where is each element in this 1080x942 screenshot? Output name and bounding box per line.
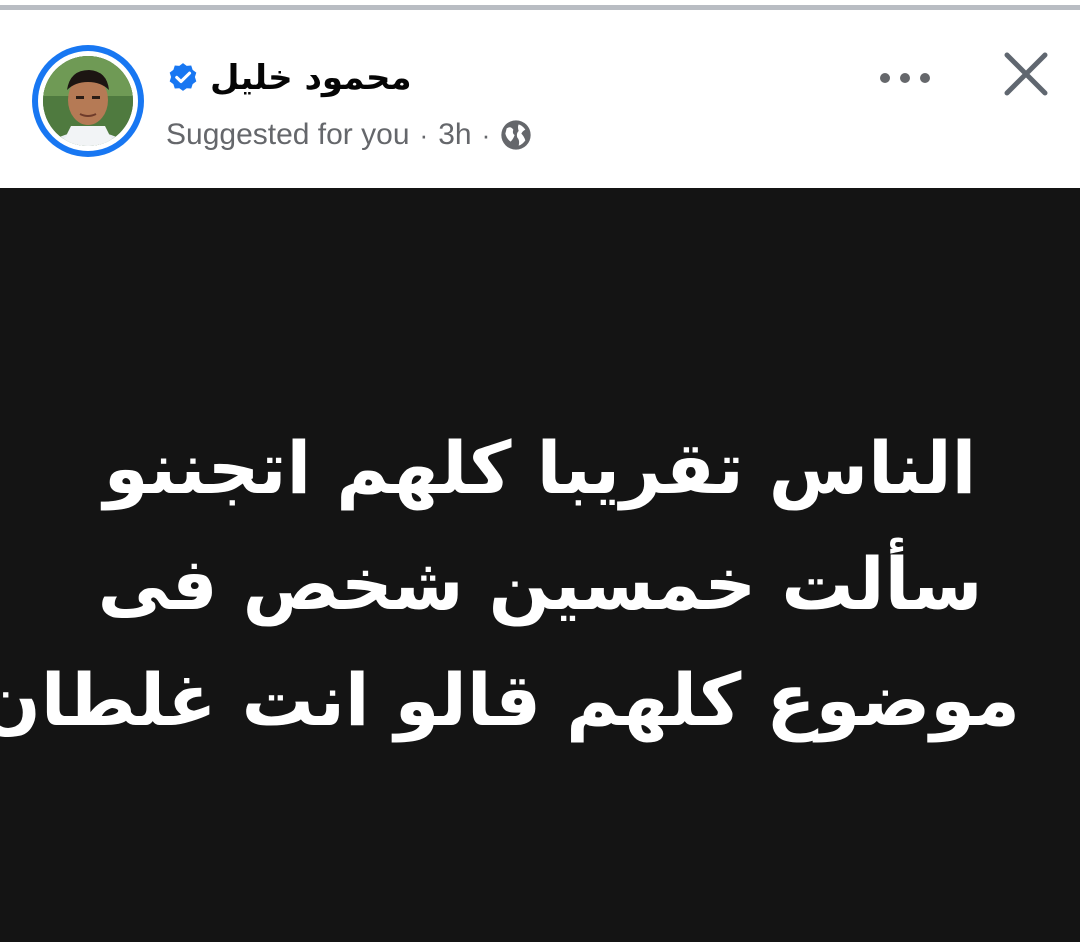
suggested-label: Suggested for you bbox=[166, 118, 410, 151]
post-text-line: سألت خمسين شخص فى bbox=[97, 542, 983, 626]
author-avatar-ring[interactable] bbox=[32, 45, 144, 157]
meta-separator-2: · bbox=[481, 119, 491, 150]
post-text-line: موضوع كلهم قالو انت غلطان bbox=[0, 658, 1020, 742]
globe-icon[interactable] bbox=[500, 119, 532, 151]
divider-line bbox=[0, 5, 1080, 10]
post-text-line: الناس تقريبا كلهم اتجننو bbox=[103, 426, 977, 510]
hide-post-button[interactable] bbox=[992, 38, 1060, 110]
avatar[interactable] bbox=[43, 56, 133, 146]
meta-separator: · bbox=[419, 119, 429, 150]
more-options-button[interactable] bbox=[872, 48, 938, 108]
post-body[interactable]: الناس تقريبا كلهم اتجننو سألت خمسين شخص … bbox=[0, 188, 1080, 942]
verified-badge-icon bbox=[166, 61, 200, 95]
author-name[interactable]: محمود خليل bbox=[210, 58, 412, 98]
avatar-gap bbox=[38, 51, 138, 151]
author-row: محمود خليل bbox=[166, 52, 412, 104]
post-meta: Suggested for you · 3h · bbox=[166, 115, 532, 155]
more-horizontal-icon bbox=[880, 73, 930, 83]
post-time[interactable]: 3h bbox=[438, 118, 471, 152]
post-header: محمود خليل Suggested for you · 3h · bbox=[0, 12, 1080, 188]
close-icon bbox=[1004, 52, 1048, 96]
avatar-photo bbox=[43, 56, 133, 146]
post-text: الناس تقريبا كلهم اتجننو سألت خمسين شخص … bbox=[0, 410, 1020, 758]
top-divider-strip bbox=[0, 0, 1080, 12]
